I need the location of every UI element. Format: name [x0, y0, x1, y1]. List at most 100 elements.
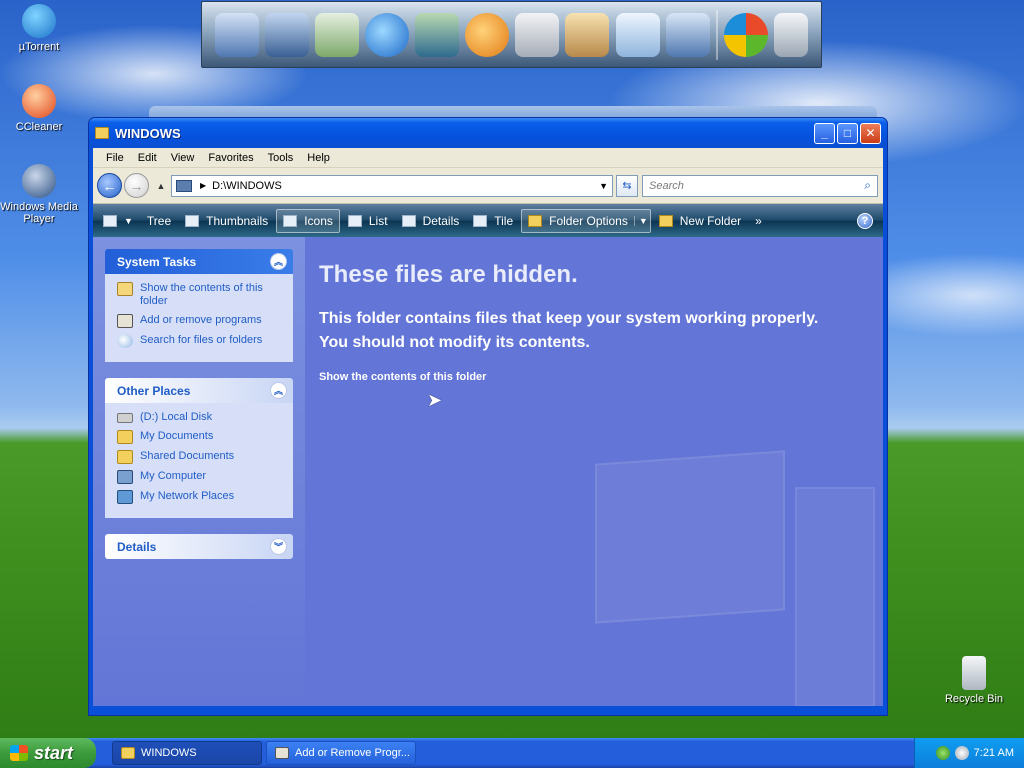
- desktop-icon-utorrent[interactable]: µTorrent: [0, 4, 78, 53]
- address-field[interactable]: ▶ D:\WINDOWS ▼: [171, 174, 613, 197]
- start-button[interactable]: start: [0, 738, 96, 768]
- folder-options-dropdown-icon[interactable]: ▼: [633, 215, 648, 226]
- other-places-panel: Other Places ︽ (D:) Local Disk My Docume…: [105, 378, 293, 518]
- place-local-disk[interactable]: (D:) Local Disk: [117, 411, 283, 424]
- windows-logo-icon[interactable]: [723, 12, 768, 57]
- views-icon: [103, 214, 117, 227]
- view-toolbar: ▼ Tree Thumbnails Icons List Details Til…: [93, 204, 883, 237]
- menu-favorites[interactable]: Favorites: [201, 152, 260, 164]
- place-my-network-places[interactable]: My Network Places: [117, 490, 283, 504]
- internet-explorer-icon[interactable]: [365, 12, 410, 57]
- list-label: List: [368, 213, 388, 228]
- menu-tools[interactable]: Tools: [261, 152, 301, 164]
- computer-watermark: [595, 450, 785, 624]
- clock[interactable]: 7:21 AM: [974, 747, 1014, 759]
- tile-button[interactable]: Tile: [467, 209, 519, 233]
- search-input[interactable]: Search ⌕: [642, 174, 878, 197]
- hidden-files-message-line: You should not modify its contents.: [319, 334, 590, 351]
- other-places-header[interactable]: Other Places ︽: [105, 378, 293, 403]
- collapse-up-icon[interactable]: ︽: [270, 382, 287, 399]
- up-arrow-icon[interactable]: ▲: [155, 181, 167, 191]
- title-bar[interactable]: WINDOWS _ □ ✕: [89, 118, 887, 148]
- my-documents-icon: [117, 430, 133, 444]
- taskbar: start WINDOWS Add or Remove Progr... 7:2…: [0, 738, 1024, 768]
- add-remove-programs-icon: [117, 314, 133, 328]
- icons-button[interactable]: Icons: [276, 208, 340, 233]
- address-bar: ← → ▲ ▶ D:\WINDOWS ▼ ⇆ Search ⌕: [93, 168, 883, 204]
- task-add-remove-programs[interactable]: Add or remove programs: [117, 314, 283, 328]
- network-icon[interactable]: [265, 12, 310, 57]
- menu-edit[interactable]: Edit: [131, 152, 164, 164]
- details-button[interactable]: Details: [396, 209, 466, 233]
- place-my-computer[interactable]: My Computer: [117, 470, 283, 484]
- network-tray-icon[interactable]: [935, 746, 950, 760]
- desktop-icon-windows-media-player[interactable]: Windows Media Player: [0, 164, 78, 225]
- views-dropdown-icon: ▼: [124, 215, 133, 226]
- task-show-contents[interactable]: Show the contents of this folder: [117, 282, 283, 308]
- details-header[interactable]: Details ︾: [105, 534, 293, 559]
- notepad-icon[interactable]: [615, 12, 660, 57]
- media-monitor-icon[interactable]: [415, 12, 460, 57]
- hidden-files-message-line: This folder contains files that keep you…: [319, 310, 819, 327]
- taskbar-item-windows[interactable]: WINDOWS: [112, 741, 262, 765]
- menu-view[interactable]: View: [164, 152, 202, 164]
- start-label: start: [34, 742, 74, 763]
- list-button[interactable]: List: [342, 209, 394, 233]
- tree-button[interactable]: Tree: [141, 209, 177, 233]
- calculator-icon[interactable]: [515, 12, 560, 57]
- help-icon[interactable]: ?: [857, 212, 873, 229]
- refresh-button[interactable]: ⇆: [616, 174, 638, 197]
- system-tasks-header[interactable]: System Tasks ︽: [105, 249, 293, 274]
- place-my-documents[interactable]: My Documents: [117, 430, 283, 444]
- system-tasks-panel: System Tasks ︽ Show the contents of this…: [105, 249, 293, 362]
- my-computer-icon: [117, 470, 133, 484]
- tower-watermark: [795, 487, 875, 706]
- system-tasks-body: Show the contents of this folder Add or …: [105, 274, 293, 362]
- folder-options-label: Folder Options: [549, 213, 628, 228]
- dock-separator: [715, 9, 718, 60]
- breadcrumb-arrow-icon[interactable]: ▶: [200, 181, 206, 190]
- volume-tray-icon[interactable]: [954, 746, 969, 760]
- toolbar-overflow-button[interactable]: »: [749, 209, 768, 233]
- address-dropdown-icon[interactable]: ▼: [599, 181, 608, 191]
- desktop-icon-recycle-bin[interactable]: Recycle Bin: [935, 656, 1013, 705]
- documents-icon[interactable]: [315, 12, 360, 57]
- desktop-icon-ccleaner[interactable]: CCleaner: [0, 84, 78, 133]
- folder-options-button[interactable]: Folder Options ▼: [521, 208, 651, 233]
- taskbar-item-label: Add or Remove Progr...: [295, 747, 410, 759]
- task-search-files[interactable]: Search for files or folders: [117, 334, 283, 348]
- menu-help[interactable]: Help: [300, 152, 337, 164]
- minimize-button[interactable]: _: [814, 122, 835, 144]
- back-arrow-icon: ←: [102, 177, 117, 194]
- my-computer-icon[interactable]: [215, 12, 260, 57]
- control-panel-icon[interactable]: [665, 12, 710, 57]
- place-shared-documents[interactable]: Shared Documents: [117, 450, 283, 464]
- folder-content: System Tasks ︽ Show the contents of this…: [93, 237, 883, 706]
- details-title: Details: [117, 539, 157, 554]
- pencil-cup-icon[interactable]: [565, 12, 610, 57]
- maximize-button[interactable]: □: [837, 122, 858, 144]
- address-path[interactable]: D:\WINDOWS: [212, 180, 599, 192]
- task-label: Show the contents of this folder: [140, 282, 263, 307]
- forward-button[interactable]: →: [124, 173, 149, 198]
- views-button[interactable]: ▼: [97, 209, 139, 233]
- close-button[interactable]: ✕: [860, 122, 881, 144]
- icons-view-icon: [283, 214, 298, 227]
- new-folder-button[interactable]: New Folder: [653, 209, 747, 233]
- media-player-icon[interactable]: [465, 12, 510, 57]
- new-folder-label: New Folder: [679, 213, 742, 228]
- thumbnails-button[interactable]: Thumbnails: [179, 209, 274, 233]
- utorrent-icon: [22, 4, 56, 38]
- taskbar-item-add-remove-programs[interactable]: Add or Remove Progr...: [266, 741, 416, 765]
- search-icon[interactable]: ⌕: [864, 178, 871, 193]
- task-label: Search for files or folders: [140, 334, 263, 346]
- forward-arrow-icon: →: [129, 177, 144, 194]
- desktop-icon-label: Recycle Bin: [944, 693, 1004, 705]
- recycle-bin-icon[interactable]: [773, 12, 808, 57]
- back-button[interactable]: ←: [97, 173, 122, 198]
- icons-label: Icons: [304, 213, 333, 228]
- show-contents-link[interactable]: Show the contents of this folder: [319, 371, 869, 383]
- collapse-up-icon[interactable]: ︽: [270, 253, 287, 270]
- expand-down-icon[interactable]: ︾: [270, 538, 287, 555]
- menu-file[interactable]: File: [99, 152, 131, 164]
